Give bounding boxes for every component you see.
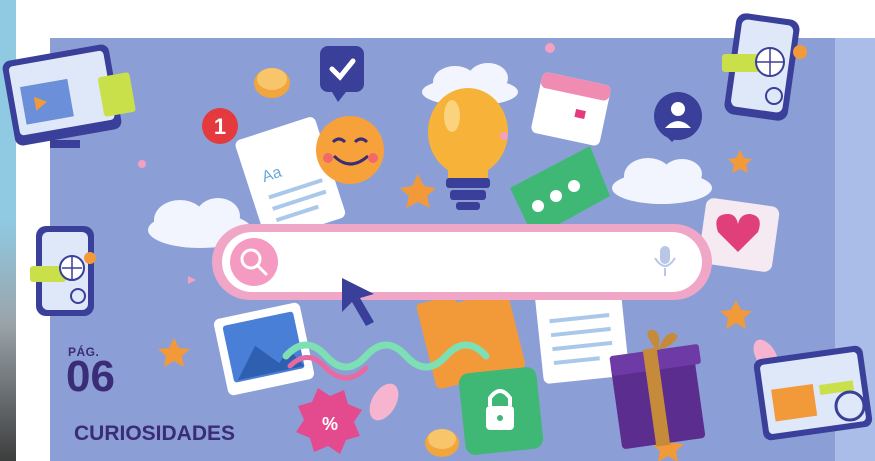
laptop-icon — [753, 345, 873, 441]
section-title: CURIOSIDADES — [74, 422, 236, 445]
phone-map-icon — [30, 226, 96, 316]
floating-devices — [2, 13, 873, 441]
monitor-icon — [2, 44, 136, 148]
page-number: 06 — [66, 352, 115, 401]
phone-globe-icon — [722, 13, 807, 121]
